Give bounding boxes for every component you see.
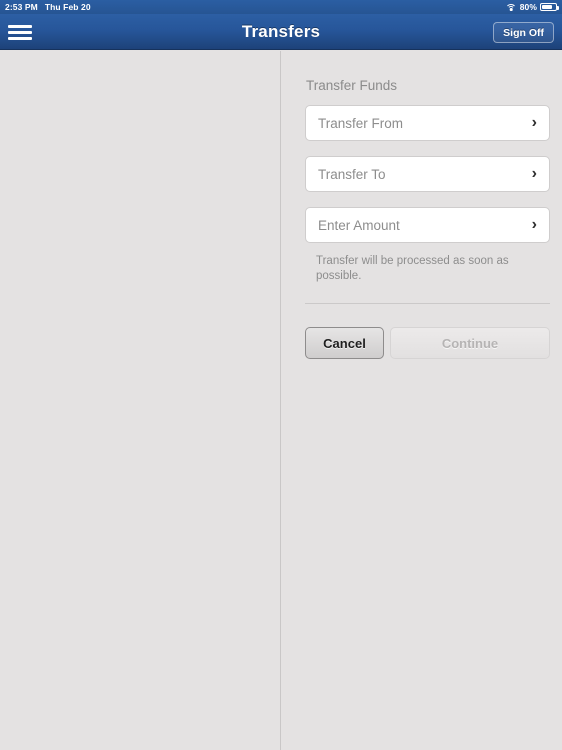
app-root: 2:53 PM Thu Feb 20 80% Transfers Sign Of…: [0, 0, 562, 750]
enter-amount-label: Enter Amount: [318, 217, 400, 233]
status-time: 2:53 PM: [5, 2, 38, 12]
transfer-funds-pane: Transfer Funds Transfer From › Transfer …: [282, 51, 562, 750]
sign-off-button[interactable]: Sign Off: [493, 22, 554, 43]
navigation-bar: Transfers Sign Off: [0, 14, 562, 50]
continue-button: Continue: [390, 327, 550, 359]
chevron-right-icon: ›: [531, 216, 537, 233]
wifi-icon: [505, 3, 517, 12]
enter-amount-field[interactable]: Enter Amount ›: [305, 207, 550, 243]
section-title: Transfer Funds: [306, 78, 398, 93]
left-pane: [0, 51, 281, 750]
transfer-from-field[interactable]: Transfer From ›: [305, 105, 550, 141]
page-title: Transfers: [241, 21, 321, 41]
transfer-from-label: Transfer From: [318, 115, 404, 131]
status-date: Thu Feb 20: [44, 2, 91, 12]
chevron-right-icon: ›: [531, 165, 537, 182]
status-bar-left: 2:53 PM Thu Feb 20: [0, 2, 91, 12]
battery-icon: [540, 3, 559, 11]
cancel-button[interactable]: Cancel: [305, 327, 384, 359]
content-area: Transfer Funds Transfer From › Transfer …: [0, 51, 562, 750]
status-bar-right: 80%: [505, 0, 559, 14]
chevron-right-icon: ›: [531, 114, 537, 131]
divider: [305, 303, 550, 304]
status-bar: 2:53 PM Thu Feb 20 80%: [0, 0, 562, 14]
battery-percent-label: 80%: [519, 2, 537, 12]
helper-text: Transfer will be processed as soon as po…: [316, 255, 509, 282]
transfer-to-field[interactable]: Transfer To ›: [305, 156, 550, 192]
transfer-to-label: Transfer To: [318, 166, 386, 182]
